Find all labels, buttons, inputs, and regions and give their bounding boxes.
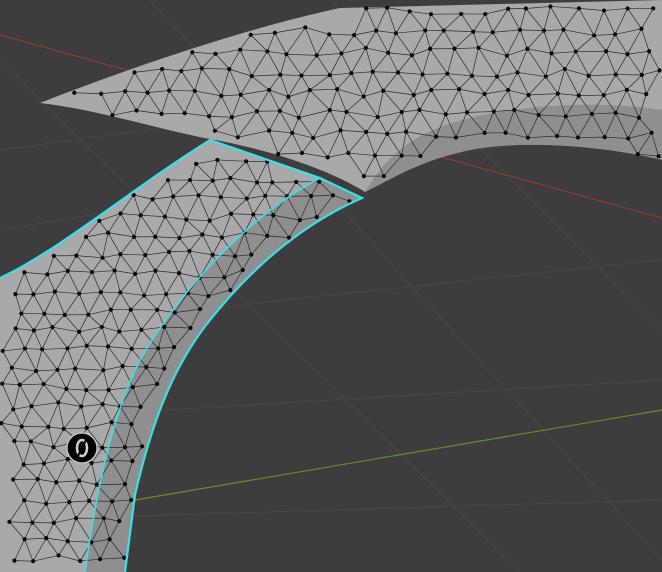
arch-mesh-object[interactable] [40,0,662,192]
viewport-canvas[interactable] [0,0,662,572]
3d-viewport[interactable] [0,0,662,572]
arch-mesh-face[interactable] [40,0,662,192]
origin-marker-icon[interactable] [66,432,98,464]
y-axis-line [134,409,662,501]
selected-leg-mesh[interactable] [0,138,365,572]
